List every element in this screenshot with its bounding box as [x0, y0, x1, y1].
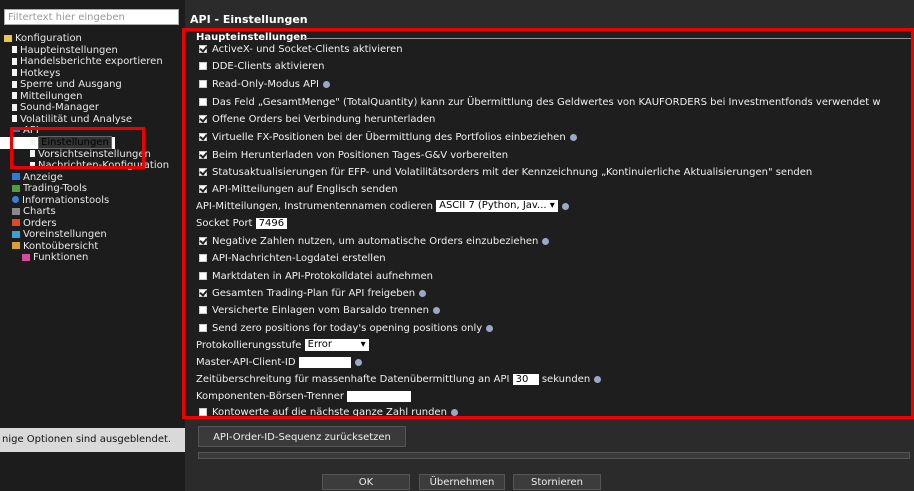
page-icon	[12, 57, 17, 65]
tree-item-volatilitaet[interactable]: Volatilität und Analyse	[0, 114, 185, 126]
checkbox[interactable]	[199, 306, 207, 314]
row-runden[interactable]: Kontowerte auf die nächste ganze Zahl ru…	[199, 406, 458, 420]
tree-item-hotkeys[interactable]: Hotkeys	[0, 68, 185, 80]
info-icon	[12, 196, 19, 203]
tree-item-anzeige[interactable]: Anzeige	[0, 172, 185, 184]
row-virtuelle-fx[interactable]: Virtuelle FX-Positionen bei der Übermitt…	[199, 131, 577, 145]
help-icon[interactable]	[323, 80, 330, 88]
account-icon	[12, 242, 20, 249]
separator-input[interactable]	[347, 390, 412, 402]
folder-icon	[4, 34, 12, 42]
row-negative-zahlen[interactable]: Negative Zahlen nutzen, um automatische …	[199, 235, 550, 249]
row-logdatei[interactable]: API-Nachrichten-Logdatei erstellen	[199, 252, 386, 266]
row-master-client-id: Master-API-Client-ID	[196, 356, 362, 370]
row-codierung: API-Mitteilungen, Instrumentennamen codi…	[196, 200, 569, 214]
row-trading-plan[interactable]: Gesamten Trading-Plan für API freigeben	[199, 287, 427, 301]
tree-item-haupteinstellungen[interactable]: Haupteinstellungen	[0, 45, 185, 57]
tree-item-trading-tools[interactable]: Trading-Tools	[0, 183, 185, 195]
page-icon	[12, 103, 17, 111]
tree-item-orders[interactable]: Orders	[0, 218, 185, 230]
checkbox-checked[interactable]	[199, 115, 207, 123]
timeout-input[interactable]: 30	[512, 373, 539, 385]
reset-order-id-button[interactable]: API-Order-ID-Sequenz zurücksetzen	[198, 426, 406, 447]
encoding-select[interactable]: ASCII 7 (Python, Jav... ▾	[436, 200, 558, 212]
horizontal-scrollbar[interactable]	[198, 452, 910, 459]
row-zeitueberschreitung: Zeitüberschreitung für massenhafte Daten…	[196, 373, 602, 387]
tree-item-mitteilungen[interactable]: Mitteilungen	[0, 91, 185, 103]
row-englisch[interactable]: API-Mitteilungen auf Englisch senden	[199, 183, 398, 197]
row-marktdaten[interactable]: Marktdaten in API-Protokolldatei aufnehm…	[199, 270, 433, 284]
page-icon	[12, 46, 17, 53]
help-icon[interactable]	[432, 306, 440, 314]
tree-item-handelsberichte[interactable]: Handelsberichte exportieren	[0, 56, 185, 68]
highlight-box-api	[10, 127, 145, 169]
filter-input[interactable]: Filtertext hier eingeben	[4, 9, 179, 25]
orders-icon	[12, 219, 20, 226]
page-icon	[12, 115, 17, 122]
tree-item-konfiguration[interactable]: Konfiguration	[0, 33, 185, 45]
row-totalquantity[interactable]: Das Feld „GesamtMenge" (TotalQuantity) k…	[199, 96, 881, 110]
checkbox-checked[interactable]	[199, 237, 207, 245]
socket-port-input[interactable]: 7496	[255, 217, 288, 229]
checkbox[interactable]	[199, 254, 207, 262]
checkbox-checked[interactable]	[199, 133, 207, 141]
row-readonly[interactable]: Read-Only-Modus API	[199, 78, 330, 92]
cancel-button[interactable]: Stornieren	[513, 474, 601, 490]
row-trenner: Komponenten-Börsen-Trenner	[196, 390, 412, 404]
help-icon[interactable]	[561, 202, 569, 210]
settings-sidebar: Filtertext hier eingeben Konfiguration H…	[0, 0, 185, 491]
help-icon[interactable]	[450, 408, 458, 416]
help-icon[interactable]	[486, 324, 494, 332]
trading-tools-icon	[12, 184, 20, 192]
page-icon	[12, 69, 17, 76]
checkbox[interactable]	[199, 98, 207, 106]
tree-item-sperre[interactable]: Sperre und Ausgang	[0, 79, 185, 91]
checkbox-checked[interactable]	[199, 151, 207, 159]
page-icon	[12, 92, 17, 99]
row-versicherte-einlagen[interactable]: Versicherte Einlagen vom Barsaldo trenne…	[199, 304, 440, 318]
functions-icon	[22, 253, 30, 261]
presets-icon	[12, 230, 20, 238]
help-icon[interactable]	[569, 133, 577, 141]
section-divider	[302, 38, 912, 39]
hidden-options-notice: nige Optionen sind ausgeblendet.	[0, 428, 185, 452]
section-title: Haupteinstellungen	[196, 32, 308, 43]
display-icon	[12, 173, 20, 180]
tree-item-funktionen[interactable]: Funktionen	[0, 252, 185, 264]
chart-icon	[12, 207, 20, 215]
row-protokollierungsstufe: Protokollierungsstufe Error ▾	[196, 339, 369, 353]
checkbox[interactable]	[199, 408, 207, 416]
row-dde[interactable]: DDE-Clients aktivieren	[199, 60, 325, 74]
help-icon[interactable]	[419, 289, 427, 297]
help-icon[interactable]	[542, 237, 550, 245]
log-level-select[interactable]: Error ▾	[304, 339, 369, 351]
page-icon	[12, 80, 17, 88]
checkbox-checked[interactable]	[199, 185, 207, 193]
row-offene-orders[interactable]: Offene Orders bei Verbindung herunterlad…	[199, 113, 435, 127]
checkbox[interactable]	[199, 272, 207, 280]
checkbox-checked[interactable]	[199, 45, 207, 53]
tree-item-voreinstellungen[interactable]: Voreinstellungen	[0, 229, 185, 241]
tree-item-informationstools[interactable]: Informationstools	[0, 195, 185, 207]
checkbox[interactable]	[199, 324, 207, 332]
checkbox[interactable]	[199, 62, 207, 70]
tree-item-kontouebersicht[interactable]: Kontoübersicht	[0, 241, 185, 253]
apply-button[interactable]: Übernehmen	[419, 474, 505, 490]
help-icon[interactable]	[354, 358, 362, 366]
row-socket-port: Socket Port 7496	[196, 217, 288, 231]
row-zero-positions[interactable]: Send zero positions for today's opening …	[199, 322, 494, 336]
tree-item-charts[interactable]: Charts	[0, 206, 185, 218]
row-tages-gv[interactable]: Beim Herunterladen von Positionen Tages-…	[199, 149, 508, 163]
page-title: API - Einstellungen	[190, 13, 308, 26]
ok-button[interactable]: OK	[322, 474, 410, 490]
tree-item-sound-manager[interactable]: Sound-Manager	[0, 102, 185, 114]
checkbox-checked[interactable]	[199, 168, 207, 176]
help-icon[interactable]	[594, 375, 602, 383]
checkbox[interactable]	[199, 80, 207, 88]
checkbox-checked[interactable]	[199, 289, 207, 297]
master-client-id-input[interactable]	[298, 356, 351, 368]
row-statusaktualisierungen[interactable]: Statusaktualisierungen für EFP- und Vola…	[199, 166, 812, 180]
row-activex[interactable]: ActiveX- und Socket-Clients aktivieren	[199, 43, 403, 57]
